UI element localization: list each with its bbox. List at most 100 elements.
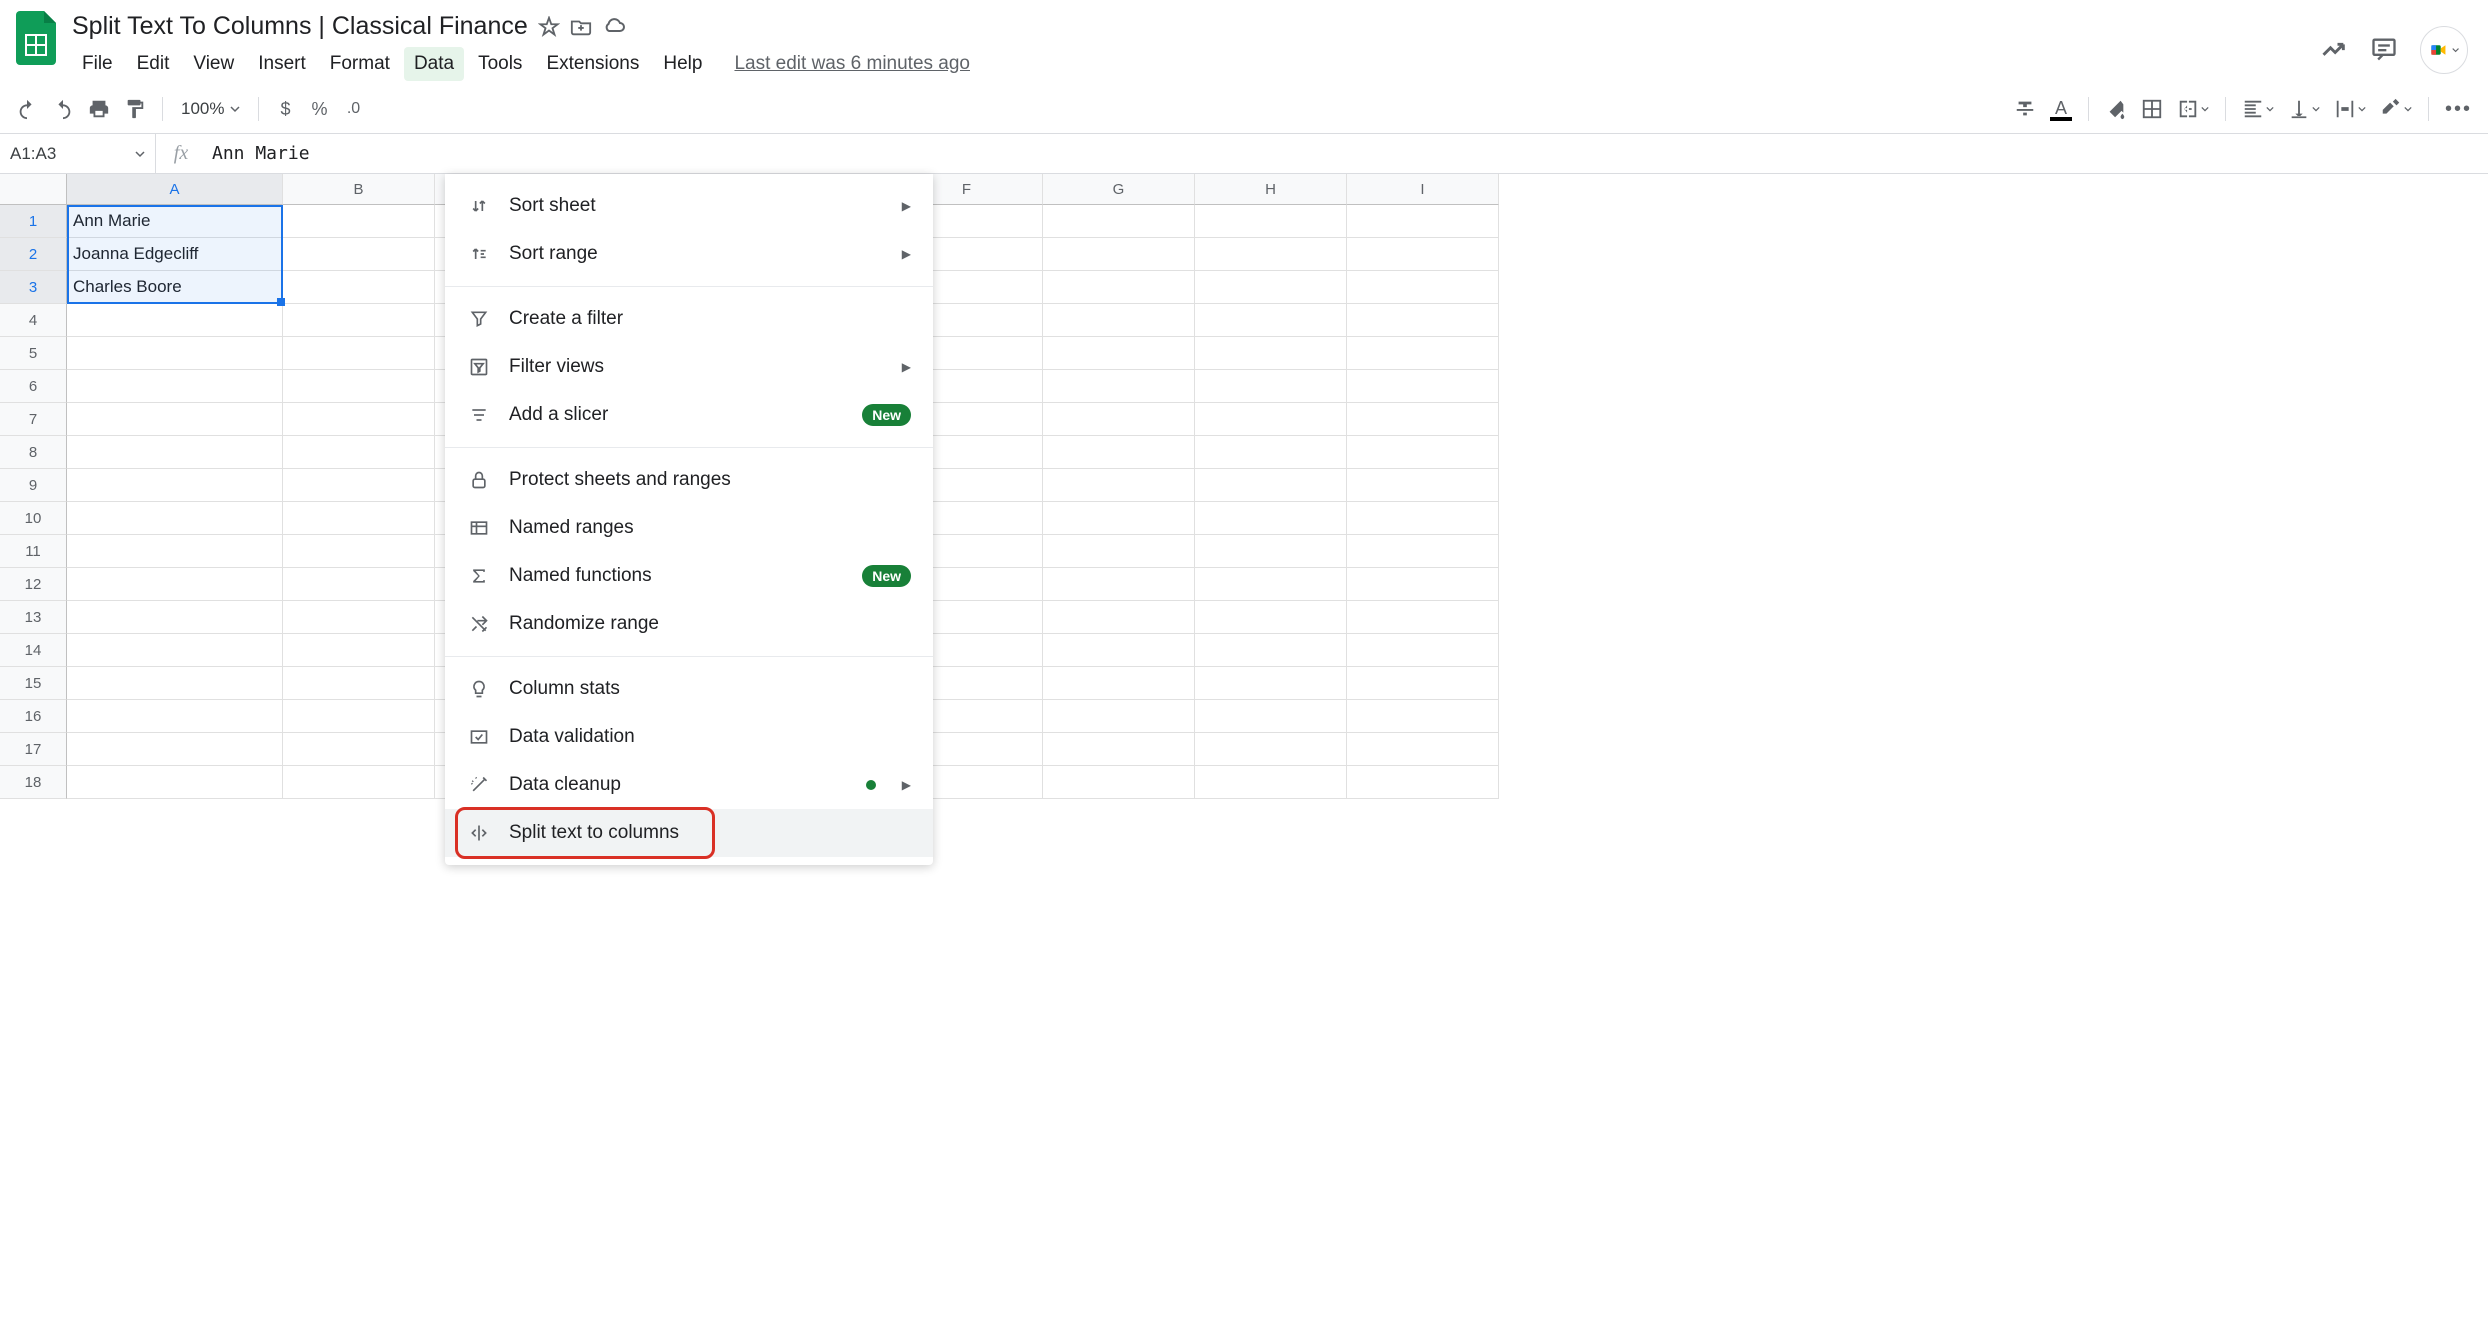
cell-I17[interactable] xyxy=(1347,733,1499,766)
cell-A5[interactable] xyxy=(67,337,283,370)
cell-H17[interactable] xyxy=(1195,733,1347,766)
cell-A12[interactable] xyxy=(67,568,283,601)
cell-H5[interactable] xyxy=(1195,337,1347,370)
cell-A1[interactable]: Ann Marie xyxy=(67,205,283,238)
cell-A16[interactable] xyxy=(67,700,283,733)
doc-title[interactable]: Split Text To Columns | Classical Financ… xyxy=(72,12,528,41)
menu-format[interactable]: Format xyxy=(320,47,400,81)
cell-I12[interactable] xyxy=(1347,568,1499,601)
decimal-button[interactable]: .0 xyxy=(339,93,367,125)
cell-G4[interactable] xyxy=(1043,304,1195,337)
star-icon[interactable] xyxy=(538,16,560,38)
cell-B16[interactable] xyxy=(283,700,435,733)
cell-B17[interactable] xyxy=(283,733,435,766)
cell-I1[interactable] xyxy=(1347,205,1499,238)
cell-H8[interactable] xyxy=(1195,436,1347,469)
menu-insert[interactable]: Insert xyxy=(248,47,316,81)
cell-G7[interactable] xyxy=(1043,403,1195,436)
cell-G17[interactable] xyxy=(1043,733,1195,766)
col-header-G[interactable]: G xyxy=(1043,174,1195,205)
menu-protect-sheets-and-ranges[interactable]: Protect sheets and ranges xyxy=(445,456,933,504)
cell-I13[interactable] xyxy=(1347,601,1499,634)
cell-I8[interactable] xyxy=(1347,436,1499,469)
valign-button[interactable] xyxy=(2284,93,2324,125)
cell-B14[interactable] xyxy=(283,634,435,667)
cell-A18[interactable] xyxy=(67,766,283,799)
row-header-10[interactable]: 10 xyxy=(0,502,67,535)
cell-H14[interactable] xyxy=(1195,634,1347,667)
row-header-8[interactable]: 8 xyxy=(0,436,67,469)
cell-I14[interactable] xyxy=(1347,634,1499,667)
row-header-17[interactable]: 17 xyxy=(0,733,67,766)
more-button[interactable]: ••• xyxy=(2441,93,2476,125)
cell-A4[interactable] xyxy=(67,304,283,337)
cell-I4[interactable] xyxy=(1347,304,1499,337)
rotate-button[interactable] xyxy=(2376,93,2416,125)
cell-H15[interactable] xyxy=(1195,667,1347,700)
row-header-3[interactable]: 3 xyxy=(0,271,67,304)
trend-icon[interactable] xyxy=(2320,35,2348,66)
cell-G15[interactable] xyxy=(1043,667,1195,700)
cell-H13[interactable] xyxy=(1195,601,1347,634)
strikethrough-button[interactable] xyxy=(2010,93,2040,125)
cell-A6[interactable] xyxy=(67,370,283,403)
cell-B7[interactable] xyxy=(283,403,435,436)
menu-edit[interactable]: Edit xyxy=(127,47,180,81)
cell-I7[interactable] xyxy=(1347,403,1499,436)
redo-button[interactable] xyxy=(48,93,78,125)
menu-randomize-range[interactable]: Randomize range xyxy=(445,600,933,648)
menu-view[interactable]: View xyxy=(183,47,244,81)
row-header-2[interactable]: 2 xyxy=(0,238,67,271)
cell-B11[interactable] xyxy=(283,535,435,568)
cell-H12[interactable] xyxy=(1195,568,1347,601)
cell-G5[interactable] xyxy=(1043,337,1195,370)
row-header-14[interactable]: 14 xyxy=(0,634,67,667)
cell-I5[interactable] xyxy=(1347,337,1499,370)
row-header-9[interactable]: 9 xyxy=(0,469,67,502)
cell-H16[interactable] xyxy=(1195,700,1347,733)
cell-B9[interactable] xyxy=(283,469,435,502)
col-header-I[interactable]: I xyxy=(1347,174,1499,205)
cell-A3[interactable]: Charles Boore xyxy=(67,271,283,304)
cell-A13[interactable] xyxy=(67,601,283,634)
cell-G14[interactable] xyxy=(1043,634,1195,667)
menu-data-cleanup[interactable]: Data cleanup▶ xyxy=(445,761,933,809)
cell-B10[interactable] xyxy=(283,502,435,535)
cell-I15[interactable] xyxy=(1347,667,1499,700)
cell-I3[interactable] xyxy=(1347,271,1499,304)
row-header-12[interactable]: 12 xyxy=(0,568,67,601)
menu-data[interactable]: Data xyxy=(404,47,464,81)
cell-G9[interactable] xyxy=(1043,469,1195,502)
cell-A2[interactable]: Joanna Edgecliff xyxy=(67,238,283,271)
menu-create-a-filter[interactable]: Create a filter xyxy=(445,295,933,343)
cell-A11[interactable] xyxy=(67,535,283,568)
cell-H3[interactable] xyxy=(1195,271,1347,304)
menu-sort-sheet[interactable]: Sort sheet▶ xyxy=(445,182,933,230)
cell-B2[interactable] xyxy=(283,238,435,271)
cell-H2[interactable] xyxy=(1195,238,1347,271)
move-icon[interactable] xyxy=(570,16,592,38)
menu-add-a-slicer[interactable]: Add a slicerNew xyxy=(445,391,933,439)
cell-I10[interactable] xyxy=(1347,502,1499,535)
cell-G18[interactable] xyxy=(1043,766,1195,799)
cell-G2[interactable] xyxy=(1043,238,1195,271)
borders-button[interactable] xyxy=(2137,93,2167,125)
row-header-7[interactable]: 7 xyxy=(0,403,67,436)
cell-G11[interactable] xyxy=(1043,535,1195,568)
cell-B13[interactable] xyxy=(283,601,435,634)
select-all-corner[interactable] xyxy=(0,174,67,205)
row-header-18[interactable]: 18 xyxy=(0,766,67,799)
row-header-11[interactable]: 11 xyxy=(0,535,67,568)
formula-input[interactable]: Ann Marie xyxy=(206,143,2488,164)
cell-H6[interactable] xyxy=(1195,370,1347,403)
menu-help[interactable]: Help xyxy=(653,47,712,81)
cell-I2[interactable] xyxy=(1347,238,1499,271)
cell-H11[interactable] xyxy=(1195,535,1347,568)
cell-A15[interactable] xyxy=(67,667,283,700)
menu-named-functions[interactable]: Named functionsNew xyxy=(445,552,933,600)
cell-B8[interactable] xyxy=(283,436,435,469)
cell-H7[interactable] xyxy=(1195,403,1347,436)
cell-A7[interactable] xyxy=(67,403,283,436)
cell-B18[interactable] xyxy=(283,766,435,799)
cell-I6[interactable] xyxy=(1347,370,1499,403)
